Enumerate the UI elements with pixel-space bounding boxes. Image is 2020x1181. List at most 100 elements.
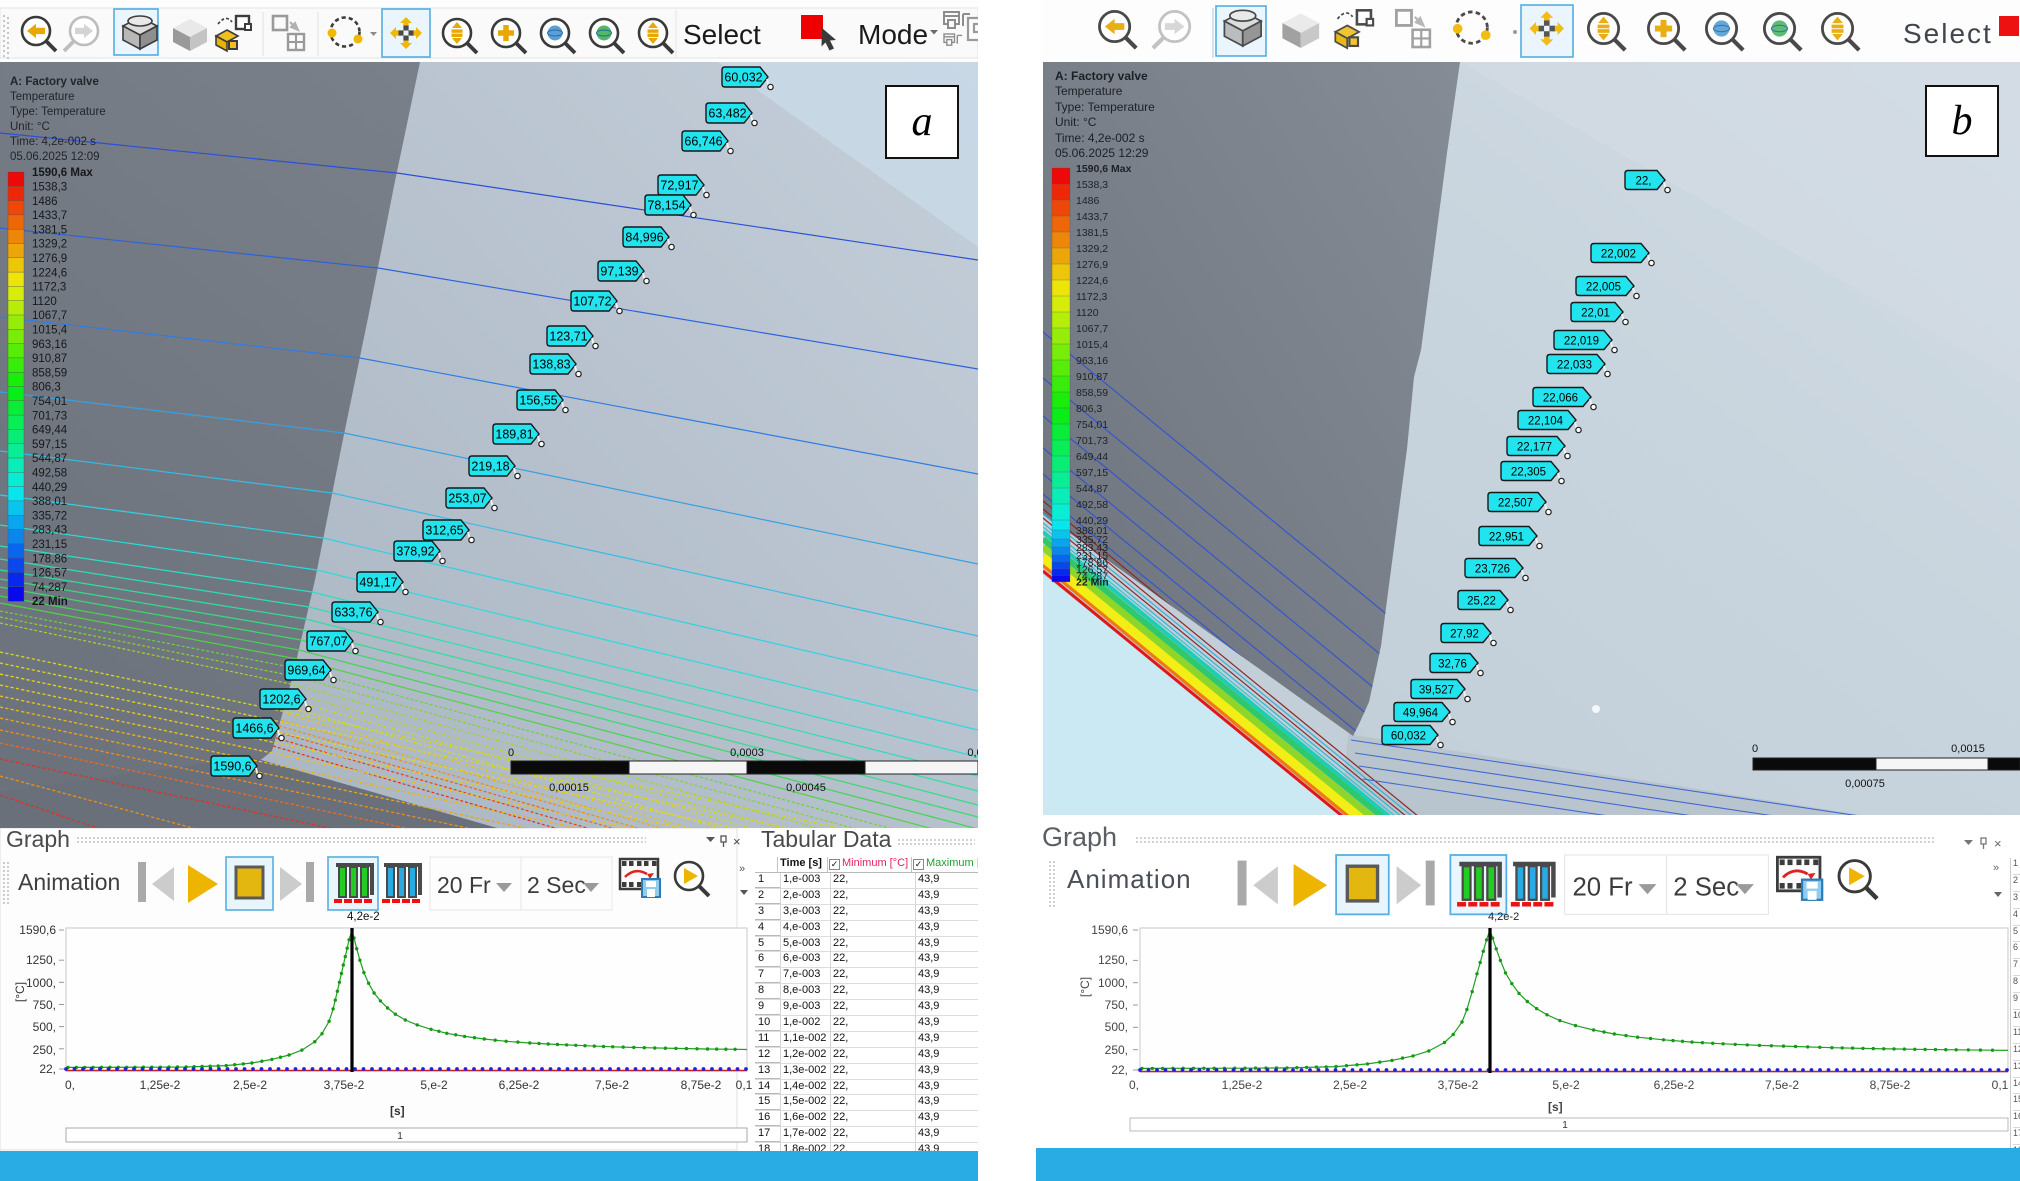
svg-text:963,16: 963,16	[32, 339, 67, 351]
svg-text:544,87: 544,87	[32, 453, 67, 465]
svg-text:0,00015: 0,00015	[549, 782, 589, 794]
svg-text:0,0: 0,0	[967, 747, 978, 759]
svg-text:1590,6 Max: 1590,6 Max	[32, 167, 93, 179]
svg-text:20 Fr: 20 Fr	[437, 872, 491, 898]
svg-text:0,00045: 0,00045	[786, 782, 826, 794]
svg-text:22,002: 22,002	[1601, 249, 1636, 261]
svg-text:Temperature: Temperature	[10, 91, 75, 103]
svg-text:178,86: 178,86	[32, 553, 67, 565]
svg-text:Select: Select	[683, 19, 761, 50]
svg-text:1172,3: 1172,3	[1076, 291, 1107, 303]
svg-text:49,964: 49,964	[1403, 708, 1439, 720]
svg-text:1015,4: 1015,4	[32, 325, 68, 337]
svg-text:1486: 1486	[1076, 195, 1100, 207]
svg-text:2 Sec: 2 Sec	[527, 872, 586, 898]
svg-text:649,44: 649,44	[32, 425, 68, 437]
svg-text:22 Min: 22 Min	[1076, 577, 1109, 589]
svg-text:253,07: 253,07	[448, 492, 486, 506]
svg-text:22,01: 22,01	[1581, 308, 1610, 320]
svg-text:63,482: 63,482	[708, 107, 746, 121]
svg-text:72,917: 72,917	[660, 179, 698, 193]
svg-text:701,73: 701,73	[1076, 435, 1108, 447]
svg-text:22,104: 22,104	[1528, 416, 1564, 428]
svg-text:910,87: 910,87	[32, 353, 67, 365]
svg-text:858,59: 858,59	[1076, 387, 1108, 399]
svg-text:22,: 22,	[1636, 176, 1652, 188]
svg-text:1015,4: 1015,4	[1076, 339, 1108, 351]
svg-text:0,00075: 0,00075	[1845, 778, 1885, 790]
svg-text:440,29: 440,29	[32, 482, 67, 494]
svg-text:1067,7: 1067,7	[32, 310, 67, 322]
svg-text:123,71: 123,71	[549, 330, 587, 344]
svg-text:806,3: 806,3	[1076, 403, 1102, 415]
svg-text:754,01: 754,01	[32, 396, 67, 408]
svg-text:27,92: 27,92	[1450, 629, 1479, 641]
svg-text:74,287: 74,287	[32, 582, 67, 594]
svg-text:1329,2: 1329,2	[32, 239, 67, 251]
svg-text:22,033: 22,033	[1557, 360, 1592, 372]
svg-text:1276,9: 1276,9	[1076, 259, 1108, 271]
svg-text:633,76: 633,76	[334, 606, 372, 620]
svg-text:701,73: 701,73	[32, 410, 67, 422]
svg-text:0,0015: 0,0015	[1951, 743, 1985, 755]
svg-text:1120: 1120	[32, 296, 57, 308]
svg-text:22,305: 22,305	[1511, 467, 1546, 479]
svg-text:»: »	[739, 863, 745, 875]
svg-text:97,139: 97,139	[600, 265, 638, 279]
svg-text:A: Factory valve: A: Factory valve	[10, 76, 99, 88]
svg-text:84,996: 84,996	[625, 231, 663, 245]
svg-text:910,87: 910,87	[1076, 371, 1108, 383]
svg-text:1329,2: 1329,2	[1076, 243, 1108, 255]
svg-text:×: ×	[733, 834, 741, 849]
svg-text:60,032: 60,032	[1391, 731, 1426, 743]
svg-text:32,76: 32,76	[1438, 659, 1467, 671]
svg-text:858,59: 858,59	[32, 367, 67, 379]
svg-text:22,177: 22,177	[1517, 442, 1552, 454]
svg-text:1276,9: 1276,9	[32, 253, 67, 265]
svg-text:1486: 1486	[32, 196, 58, 208]
svg-text:767,07: 767,07	[309, 635, 347, 649]
svg-text:597,15: 597,15	[32, 439, 67, 451]
svg-text:1538,3: 1538,3	[1076, 179, 1108, 191]
svg-text:1067,7: 1067,7	[1076, 323, 1108, 335]
svg-text:78,154: 78,154	[647, 199, 685, 213]
svg-text:22,066: 22,066	[1543, 393, 1578, 405]
svg-text:20 Fr: 20 Fr	[1572, 873, 1633, 901]
svg-text:1433,7: 1433,7	[32, 210, 67, 222]
svg-text:22 Min: 22 Min	[32, 596, 68, 608]
svg-text:312,65: 312,65	[425, 524, 463, 538]
svg-text:Unit: °C: Unit: °C	[10, 121, 50, 133]
svg-text:492,58: 492,58	[32, 468, 67, 480]
svg-text:×: ×	[1994, 836, 2002, 851]
svg-text:66,746: 66,746	[684, 135, 722, 149]
svg-text:1590,6 Max: 1590,6 Max	[1076, 163, 1132, 175]
svg-text:1224,6: 1224,6	[1076, 275, 1108, 287]
svg-text:22,005: 22,005	[1586, 282, 1621, 294]
svg-text:39,527: 39,527	[1419, 685, 1454, 697]
svg-text:806,3: 806,3	[32, 382, 61, 394]
svg-text:1: 1	[397, 1131, 403, 1142]
svg-text:23,726: 23,726	[1475, 564, 1510, 576]
svg-text:1202,6: 1202,6	[262, 693, 300, 707]
svg-text:969,64: 969,64	[287, 664, 325, 678]
svg-text:1: 1	[1562, 1120, 1568, 1131]
svg-text:219,18: 219,18	[471, 460, 509, 474]
svg-text:1224,6: 1224,6	[32, 267, 67, 279]
svg-text:492,58: 492,58	[1076, 499, 1108, 511]
svg-text:2 Sec: 2 Sec	[1673, 873, 1739, 901]
svg-text:Mode: Mode	[858, 19, 928, 50]
svg-text:597,15: 597,15	[1076, 467, 1108, 479]
svg-text:0: 0	[1752, 743, 1758, 755]
svg-text:Type: Temperature: Type: Temperature	[10, 106, 106, 118]
svg-text:Time: 4,2e-002 s: Time: 4,2e-002 s	[10, 136, 96, 148]
svg-text:A: Factory valve: A: Factory valve	[1055, 69, 1148, 83]
svg-text:649,44: 649,44	[1076, 451, 1108, 463]
svg-text:05.06.2025 12:09: 05.06.2025 12:09	[10, 151, 100, 163]
svg-text:1381,5: 1381,5	[32, 224, 67, 236]
svg-text:126,57: 126,57	[32, 568, 67, 580]
svg-text:1172,3: 1172,3	[32, 282, 66, 294]
svg-text:0,0003: 0,0003	[730, 747, 764, 759]
svg-text:Select: Select	[1903, 18, 1993, 49]
svg-text:283,43: 283,43	[32, 525, 67, 537]
svg-text:1466,6: 1466,6	[235, 722, 273, 736]
